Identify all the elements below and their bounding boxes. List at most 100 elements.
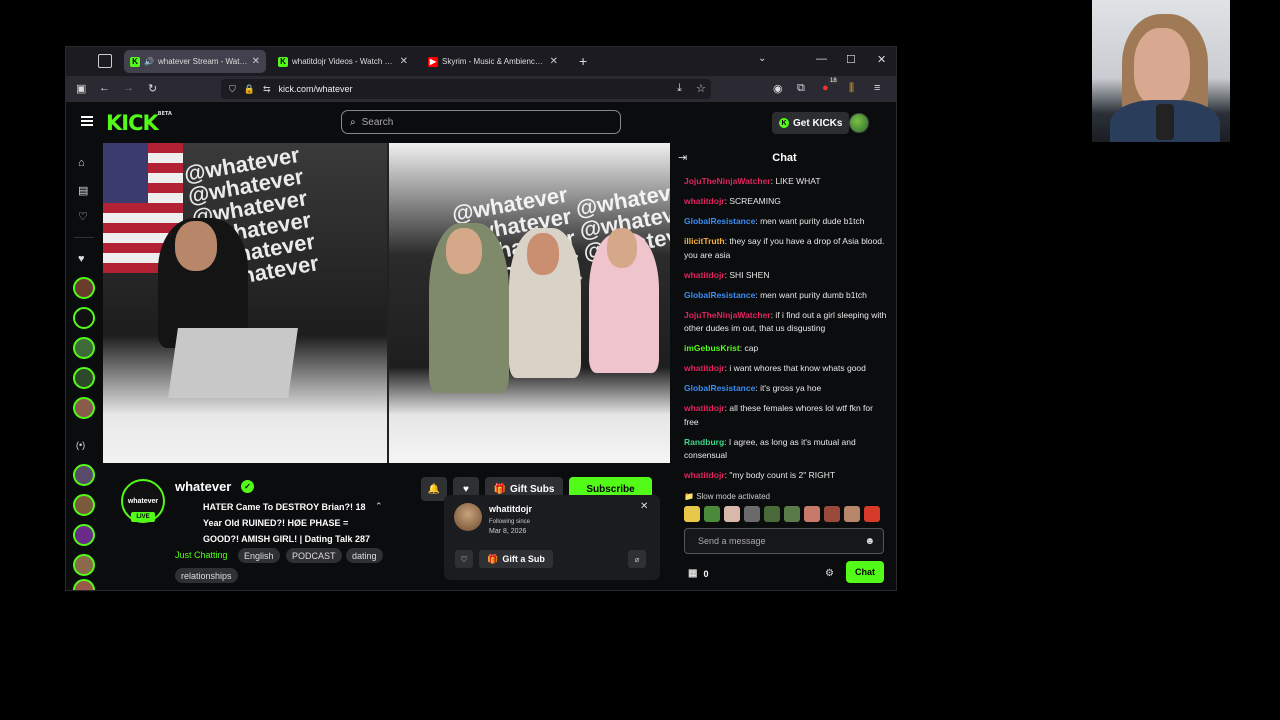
emote-icon[interactable]	[684, 506, 700, 522]
extensions-icon[interactable]: ⧉	[797, 82, 805, 95]
mute-user-button[interactable]: ⌀	[628, 550, 646, 568]
minimize-icon[interactable]: —	[816, 53, 827, 65]
chat-message: imGebusKrist: cap	[684, 343, 759, 353]
chat-username[interactable]: JojuTheNinjaWatcher	[684, 310, 771, 320]
emote-icon[interactable]	[704, 506, 720, 522]
tag-chip[interactable]: relationships	[175, 568, 238, 583]
forward-arrow-icon[interactable]: →	[123, 82, 134, 94]
followed-channel-avatar[interactable]	[73, 337, 95, 359]
hamburger-menu-icon[interactable]	[81, 116, 93, 126]
kicks-coin-icon: K	[779, 118, 789, 128]
tab-overview-icon[interactable]	[98, 54, 112, 68]
tab-skyrim-music[interactable]: ▶ Skyrim - Music & Ambience - N ✕	[422, 50, 564, 73]
followed-channel-avatar[interactable]	[73, 397, 95, 419]
ublock-extension-icon[interactable]: ●	[822, 82, 829, 94]
gift-icon: 🎁	[493, 483, 506, 495]
chat-username[interactable]: GlobalResistance	[684, 290, 755, 300]
chat-username[interactable]: Randburg	[684, 437, 724, 447]
recommended-channel-avatar[interactable]	[73, 524, 95, 546]
chat-username[interactable]: illicitTruth	[684, 236, 725, 246]
chat-username[interactable]: JojuTheNinjaWatcher	[684, 176, 771, 186]
account-icon[interactable]: ◉	[773, 82, 783, 95]
recommended-channel-avatar[interactable]	[73, 579, 95, 590]
emote-icon[interactable]	[804, 506, 820, 522]
gear-icon[interactable]: ⚙	[825, 568, 834, 579]
emote-icon[interactable]	[744, 506, 760, 522]
extension-icon[interactable]: ⫼	[849, 82, 854, 95]
sidebar-toggle-icon[interactable]: ▣	[76, 82, 86, 95]
emote-icon[interactable]	[824, 506, 840, 522]
video-player[interactable]: @whatever @whatever @whatever @whatever @wha…	[103, 143, 670, 463]
slow-mode-notice: 📁 Slow mode activated	[684, 492, 771, 501]
chat-username[interactable]: whatitdojr	[684, 403, 725, 413]
recommended-channel-avatar[interactable]	[73, 554, 95, 576]
get-kicks-button[interactable]: K Get KICKs	[772, 112, 850, 134]
reload-icon[interactable]: ↻	[148, 82, 157, 95]
followed-channel-avatar[interactable]	[73, 307, 95, 329]
browse-icon[interactable]: ▤	[78, 184, 88, 197]
emote-icon[interactable]	[784, 506, 800, 522]
bookmark-star-icon[interactable]: ☆	[696, 82, 706, 95]
list-tabs-chevron-icon[interactable]: ⌄	[758, 53, 766, 64]
recommended-channel-avatar[interactable]	[73, 494, 95, 516]
menu-icon[interactable]: ≡	[874, 82, 880, 94]
followed-channel-avatar[interactable]	[73, 367, 95, 389]
maximize-icon[interactable]: ☐	[846, 53, 856, 66]
tab-whatitdojr-videos[interactable]: K whatitdojr Videos - Watch On-Demand ✕	[272, 50, 414, 73]
chat-username[interactable]: GlobalResistance	[684, 216, 755, 226]
save-page-icon[interactable]: ⤓	[677, 82, 682, 95]
search-input[interactable]: ⌕ Search	[341, 110, 621, 134]
microphone	[1156, 104, 1174, 140]
close-tab-icon[interactable]: ✕	[550, 56, 558, 67]
address-bar[interactable]: ⛉ 🔒 ⇆ kick.com/whatever	[221, 79, 711, 99]
home-icon[interactable]: ⌂	[78, 157, 85, 169]
kick-logo[interactable]: KICKBETA	[106, 111, 172, 135]
speaker-icon[interactable]: 🔊	[144, 57, 154, 66]
shield-icon[interactable]: ⛉	[229, 84, 236, 95]
close-window-icon[interactable]: ✕	[877, 53, 886, 66]
chat-username[interactable]: imGebusKrist	[684, 343, 740, 353]
permissions-icon[interactable]: ⇆	[263, 84, 271, 95]
emote-icon[interactable]	[844, 506, 860, 522]
user-avatar[interactable]	[849, 113, 869, 133]
tab-whatever-stream[interactable]: K 🔊 whatever Stream - Watch Live ✕	[124, 50, 266, 73]
chat-username[interactable]: whatitdojr	[684, 196, 725, 206]
url-text[interactable]: kick.com/whatever	[279, 84, 353, 94]
chat-username[interactable]: whatitdojr	[684, 270, 725, 280]
tag-chip[interactable]: English	[238, 548, 280, 563]
close-icon[interactable]: ✕	[640, 501, 648, 512]
recommended-channel-avatar[interactable]	[73, 464, 95, 486]
chat-message-text: "my body count is 2" RIGHT	[729, 470, 836, 480]
popup-follow-button[interactable]: ♡	[455, 550, 473, 568]
notifications-bell-button[interactable]: 🔔	[421, 477, 447, 501]
emote-icon[interactable]	[764, 506, 780, 522]
chat-username[interactable]: GlobalResistance	[684, 383, 755, 393]
following-heart-icon[interactable]: ♡	[78, 210, 88, 223]
kicks-balance[interactable]: ▦ 0	[688, 568, 708, 579]
lock-icon[interactable]: 🔒	[244, 84, 255, 95]
emoji-smile-icon[interactable]: ☻	[864, 536, 875, 547]
chat-username[interactable]: whatitdojr	[684, 363, 725, 373]
followed-channel-avatar[interactable]	[73, 277, 95, 299]
category-link[interactable]: Just Chatting	[175, 550, 228, 560]
webcam-overlay	[1092, 0, 1230, 142]
close-tab-icon[interactable]: ✕	[252, 56, 260, 67]
tag-chip[interactable]: dating	[346, 548, 383, 563]
heart-outline-icon: ♡	[460, 554, 468, 564]
emote-icon[interactable]	[724, 506, 740, 522]
chat-send-button[interactable]: Chat	[846, 561, 884, 583]
gift-a-sub-button[interactable]: 🎁 Gift a Sub	[479, 550, 553, 568]
new-tab-plus-icon[interactable]: +	[579, 53, 587, 69]
chat-username[interactable]: whatitdojr	[684, 470, 725, 480]
popup-username[interactable]: whatitdojr	[489, 504, 532, 514]
back-arrow-icon[interactable]: ←	[99, 82, 110, 94]
chevron-up-icon[interactable]: ⌃	[375, 501, 383, 512]
tag-chip[interactable]: PODCAST	[286, 548, 342, 563]
tab-title: whatever Stream - Watch Live	[157, 57, 248, 66]
emote-icon[interactable]	[864, 506, 880, 522]
tab-title: whatitdojr Videos - Watch On-Demand	[292, 57, 396, 66]
chat-message-input[interactable]: Send a message ☻	[684, 528, 884, 554]
channel-name[interactable]: whatever	[175, 479, 231, 494]
close-tab-icon[interactable]: ✕	[400, 56, 408, 67]
chat-panel: ⇥ Chat JojuTheNinjaWatcher: LIKE WHAT wha…	[671, 143, 896, 590]
